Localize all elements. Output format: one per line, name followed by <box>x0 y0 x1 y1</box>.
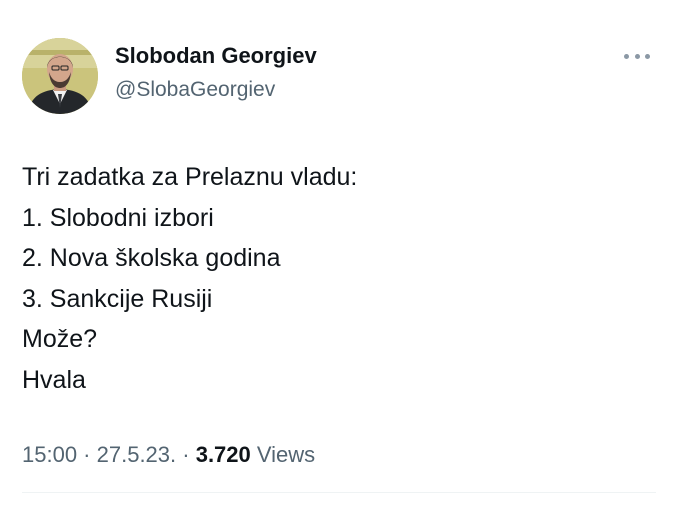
more-dot <box>645 53 650 59</box>
avatar-image <box>22 38 98 114</box>
avatar[interactable] <box>22 38 98 114</box>
tweet-line: 1. Slobodni izbori <box>22 203 214 232</box>
views-label[interactable]: Views <box>257 442 315 467</box>
tweet-text: Tri zadatka za Prelaznu vladu: 1. Slobod… <box>22 157 652 401</box>
tweet-line: 2. Nova školska godina <box>22 244 281 273</box>
tweet-line: Može? <box>22 325 98 354</box>
views-count[interactable]: 3.720 <box>196 442 251 467</box>
more-dot <box>624 53 629 59</box>
author-display-name[interactable]: Slobodan Georgiev <box>115 43 317 69</box>
tweet-meta: 15:00 · 27.5.23. · 3.720 Views <box>22 442 315 468</box>
tweet-line: Tri zadatka za Prelaznu vladu: <box>22 163 358 191</box>
more-options-icon[interactable] <box>622 46 652 66</box>
author-handle[interactable]: @SlobaGeorgiev <box>115 78 275 102</box>
meta-separator: · <box>176 442 196 467</box>
divider <box>22 492 656 493</box>
meta-separator: · <box>77 442 97 467</box>
tweet-date[interactable]: 27.5.23. <box>97 442 177 467</box>
tweet-card: Slobodan Georgiev @SlobaGeorgiev Tri zad… <box>0 0 676 507</box>
tweet-line: Hvala <box>22 365 86 394</box>
more-dot <box>634 53 640 59</box>
tweet-line: 3. Sankcije Rusiji <box>22 284 213 313</box>
tweet-time[interactable]: 15:00 <box>22 442 77 467</box>
